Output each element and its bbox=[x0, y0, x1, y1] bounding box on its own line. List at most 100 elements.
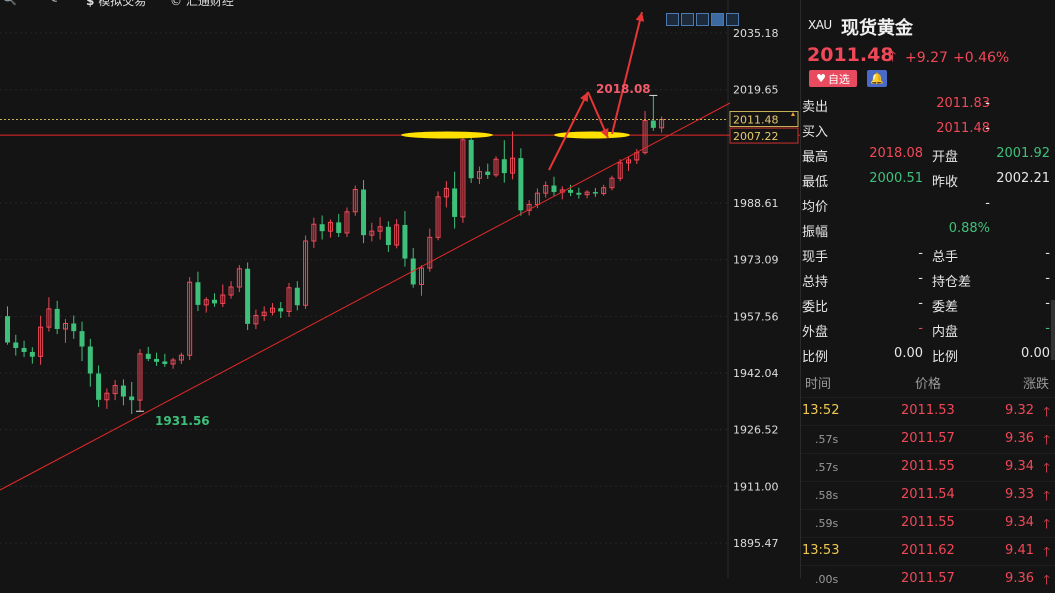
tick-row: .57s 2011.55 9.34 🡑 bbox=[801, 453, 1055, 481]
quote-value: 2002.21 bbox=[996, 171, 1050, 186]
expand-tool-icon[interactable] bbox=[726, 13, 739, 26]
price-change-pct: +0.46% bbox=[953, 50, 1010, 66]
y-tick-label: 1926.52 bbox=[733, 424, 779, 437]
quote-label: 外盘 bbox=[802, 325, 829, 340]
forecast-arrow-breakout bbox=[611, 11, 643, 135]
pen-icon[interactable]: ✎ bbox=[48, 0, 58, 6]
candle-body bbox=[154, 358, 160, 362]
candle-body bbox=[145, 353, 151, 359]
quote-label: 内盘 bbox=[932, 325, 959, 340]
tick-row: 13:53 2011.62 9.41 🡑 bbox=[801, 537, 1055, 565]
quote-row: 最低 2000.51 昨收 2002.21 bbox=[801, 167, 1055, 192]
quote-row: 卖出 2011.83- bbox=[801, 92, 1055, 117]
up-arrow-icon: 🡑 bbox=[1043, 517, 1050, 532]
quote-label: 开盘 bbox=[932, 150, 959, 165]
tick-price: 2011.54 bbox=[901, 487, 955, 502]
zoom-tool-icon[interactable] bbox=[681, 13, 694, 26]
quote-value: 2000.51 bbox=[869, 171, 923, 186]
quote-row: 委比 - 委差 - bbox=[801, 292, 1055, 317]
quote-value: - bbox=[1045, 271, 1050, 286]
quote-label: 总手 bbox=[932, 250, 959, 265]
candle-body bbox=[385, 226, 391, 246]
quote-value: - bbox=[918, 271, 923, 286]
tick-price: 2011.57 bbox=[901, 571, 955, 586]
quote-label: 卖出 bbox=[802, 100, 829, 115]
candle-body bbox=[120, 385, 126, 397]
y-tick-label: 1911.00 bbox=[733, 480, 779, 493]
quote-label: 现手 bbox=[802, 250, 829, 265]
crosshair-tool-icon[interactable] bbox=[666, 13, 679, 26]
candle-body bbox=[212, 299, 217, 304]
simulated-trade-link[interactable]: $ 模拟交易 bbox=[86, 0, 146, 9]
quote-value: - bbox=[985, 196, 990, 211]
grid-tool-icon[interactable] bbox=[696, 13, 709, 26]
search-icon[interactable]: 🔍 bbox=[2, 0, 17, 6]
quote-label: 委比 bbox=[802, 300, 829, 315]
y-tick-label: 1942.04 bbox=[733, 367, 779, 380]
tick-change: 9.33 bbox=[1005, 487, 1034, 502]
candle-body bbox=[162, 361, 168, 365]
candle-body bbox=[294, 287, 300, 306]
quote-label: 买入 bbox=[802, 125, 829, 140]
quote-value: 2018.08 bbox=[869, 146, 923, 161]
tick-change: 9.36 bbox=[1005, 571, 1034, 586]
tick-price: 2011.55 bbox=[901, 459, 955, 474]
indicator-tool-icon[interactable] bbox=[711, 13, 724, 26]
up-arrow-icon: 🡑 bbox=[1043, 573, 1050, 588]
quote-value: 0.88% bbox=[948, 221, 990, 236]
quote-panel: XAU 现货黄金 2011.48 🡑 +9.27 +0.46% ♥ 自选 🔔 卖出… bbox=[800, 0, 1055, 588]
candle-body bbox=[54, 308, 60, 329]
candle-body bbox=[5, 316, 10, 343]
quote-label: 均价 bbox=[802, 200, 829, 215]
quote-row: 最高 2018.08 开盘 2001.92 bbox=[801, 142, 1055, 167]
price-change: +9.27 bbox=[905, 50, 948, 66]
symbol-code: XAU bbox=[808, 18, 832, 32]
panel-scrollbar[interactable] bbox=[1051, 300, 1055, 360]
quote-label: 比例 bbox=[932, 350, 959, 365]
candle-body bbox=[278, 308, 284, 312]
tick-price: 2011.55 bbox=[901, 515, 955, 530]
chart-toolbar: 🔍 ✎ $ 模拟交易 © 汇通财经 bbox=[0, 0, 800, 14]
heart-icon: ♥ bbox=[816, 72, 826, 85]
candle-body bbox=[576, 192, 582, 195]
candle-body bbox=[568, 189, 574, 193]
candle-body bbox=[129, 396, 135, 401]
quote-value: 0.00 bbox=[894, 346, 923, 361]
candle-body bbox=[96, 373, 102, 400]
quote-value: - bbox=[985, 96, 990, 111]
quote-label: 比例 bbox=[802, 350, 829, 365]
tick-time: 13:53 bbox=[802, 543, 840, 558]
news-link[interactable]: © 汇通财经 bbox=[170, 0, 234, 9]
up-arrow-icon: 🡑 bbox=[1043, 405, 1050, 420]
candle-body bbox=[71, 323, 77, 332]
high-annotation: 2018.08 bbox=[596, 82, 651, 96]
symbol-name: 现货黄金 bbox=[841, 18, 913, 39]
alert-bell-button[interactable]: 🔔 bbox=[867, 70, 887, 87]
candle-body bbox=[518, 158, 524, 211]
candle-body bbox=[650, 120, 656, 128]
tick-change: 9.32 bbox=[1005, 403, 1034, 418]
quote-value: - bbox=[1045, 296, 1050, 311]
quote-value: 0.00 bbox=[1021, 346, 1050, 361]
tick-time: .00s bbox=[815, 573, 839, 586]
candle-body bbox=[195, 282, 201, 305]
up-arrow-icon: 🡑 bbox=[1043, 489, 1050, 504]
quote-row: 外盘 - 内盘 - bbox=[801, 317, 1055, 342]
tick-price: 2011.57 bbox=[901, 431, 955, 446]
tick-change: 9.41 bbox=[1005, 543, 1034, 558]
tick-row: .58s 2011.54 9.33 🡑 bbox=[801, 481, 1055, 509]
quote-value: - bbox=[985, 121, 990, 136]
y-tick-label: 1973.09 bbox=[733, 254, 779, 267]
quote-label: 委差 bbox=[932, 300, 959, 315]
candlestick-chart[interactable]: 2035.18 2019.65 1988.61 1973.09 1957.56 1942.… bbox=[0, 0, 800, 578]
tick-time: 13:52 bbox=[802, 403, 840, 418]
candle-body bbox=[13, 342, 19, 348]
quote-value: - bbox=[1045, 321, 1050, 336]
candle-body bbox=[29, 351, 35, 357]
candle-body bbox=[87, 346, 93, 374]
tick-row: .57s 2011.57 9.36 🡑 bbox=[801, 425, 1055, 453]
add-favorite-button[interactable]: ♥ 自选 bbox=[809, 70, 857, 87]
chart-area[interactable]: 2035.18 2019.65 1988.61 1973.09 1957.56 1942.… bbox=[0, 0, 800, 578]
candle-body bbox=[551, 185, 557, 193]
chart-tool-buttons bbox=[666, 13, 739, 26]
